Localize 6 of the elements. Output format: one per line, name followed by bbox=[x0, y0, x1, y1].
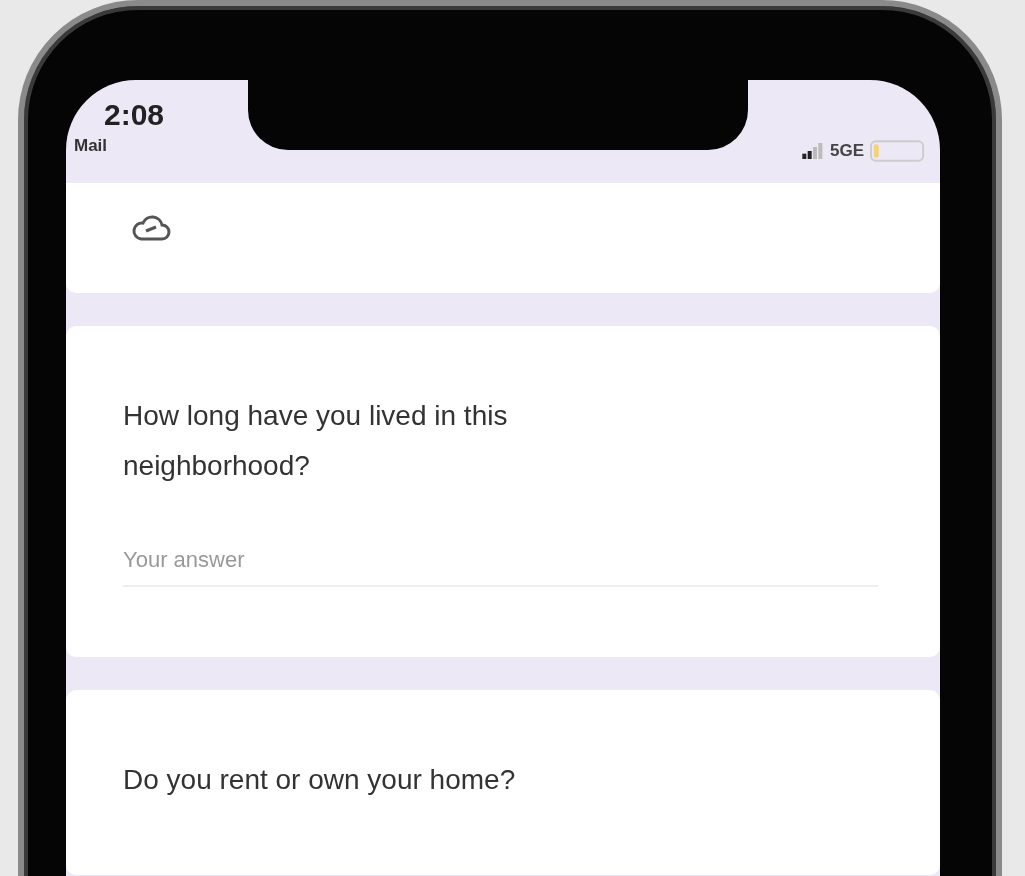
network-label: 5GE bbox=[829, 141, 864, 161]
signal-icon bbox=[801, 143, 824, 159]
question-text: Do you rent or own your home? bbox=[123, 763, 517, 797]
question-text: How long have you lived in this neighborhood? bbox=[123, 399, 509, 483]
status-time: 2:08 bbox=[104, 98, 165, 132]
back-to-app-link[interactable]: Mail bbox=[74, 136, 165, 156]
